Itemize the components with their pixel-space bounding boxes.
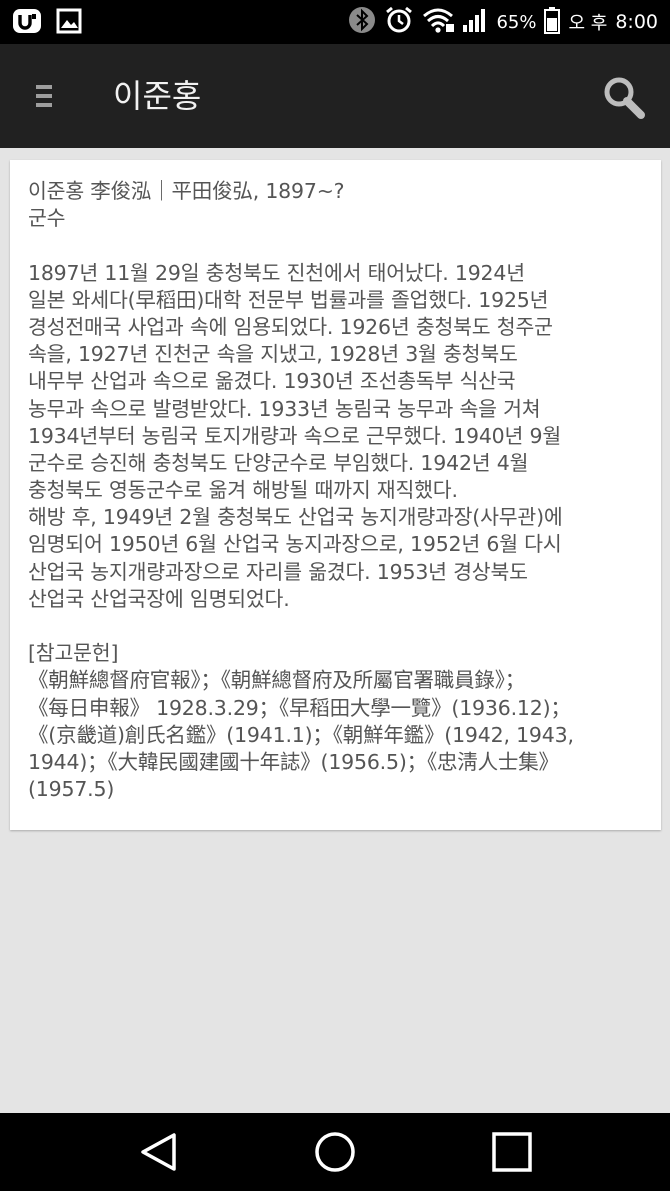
reference-line: (1957.5)	[28, 777, 115, 802]
body-line: 임명되어 1950년 6월 산업국 농지과장으로, 1952년 6월 다시	[28, 532, 562, 557]
bluetooth-icon	[348, 6, 376, 38]
gallery-icon	[56, 8, 82, 38]
reference-line: 1944)；《大韓民國建國十年誌》(1956.5)；《忠淸人士集》	[28, 749, 559, 774]
body-line: 내무부 산업과 속으로 옮겼다. 1930년 조선총독부 식산국	[28, 369, 516, 394]
home-circle-icon[interactable]	[313, 1130, 357, 1174]
signal-icon	[462, 7, 488, 37]
app-bar: 이준홍	[0, 44, 670, 148]
body-line: 군수로 승진해 충청북도 단양군수로 부임했다. 1942년 4월	[28, 450, 529, 475]
body-line: 농무과 속으로 발령받았다. 1933년 농림국 농무과 속을 거쳐	[28, 396, 541, 421]
wifi-icon	[422, 6, 455, 38]
body-line: 1897년 11월 29일 충청북도 진천에서 태어났다. 1924년	[28, 260, 525, 285]
references-title: [참고문헌]	[28, 641, 119, 666]
body-line: 산업국 농지개량과장으로 자리를 옮겼다. 1953년 경상북도	[28, 559, 528, 584]
reference-line: 《(京畿道)創氏名鑑》(1941.1)；《朝鮮年鑑》(1942, 1943,	[28, 722, 574, 747]
navigation-bar	[0, 1113, 670, 1191]
status-bar: 65% 오 후 8:00	[0, 0, 670, 44]
body-line: 충청북도 영동군수로 옮겨 해방될 때까지 재직했다.	[28, 478, 458, 503]
entry-occupation: 군수	[28, 206, 66, 231]
entry-text: 이준홍 李俊泓｜平田俊弘, 1897~? 군수 1897년 11월 29일 충청…	[28, 178, 646, 803]
battery-percent: 65%	[496, 11, 537, 33]
recents-square-icon[interactable]	[490, 1130, 534, 1174]
entry-card: 이준홍 李俊泓｜平田俊弘, 1897~? 군수 1897년 11월 29일 충청…	[10, 160, 661, 830]
page-title: 이준홍	[113, 77, 202, 115]
alarm-icon	[384, 5, 414, 39]
carrier-u-icon	[12, 8, 42, 38]
reference-line: 《朝鮮總督府官報》；《朝鮮總督府及所屬官署職員錄》；	[28, 668, 526, 693]
body-line: 해방 후, 1949년 2월 충청북도 산업국 농지개량과장(사무관)에	[28, 505, 563, 530]
reference-line: 《每日申報》 1928.3.29；《早稻田大學一覽》(1936.12)；	[28, 695, 571, 720]
search-icon[interactable]	[600, 74, 648, 122]
back-triangle-icon[interactable]	[137, 1130, 181, 1174]
body-line: 경성전매국 사업과 속에 임용되었다. 1926년 충청북도 청주군	[28, 314, 553, 339]
battery-icon	[544, 6, 561, 38]
ampm-label: 오 후	[568, 13, 608, 34]
entry-heading: 이준홍 李俊泓｜平田俊弘, 1897~?	[28, 179, 345, 203]
clock: 8:00	[615, 11, 658, 33]
body-line: 1934년부터 농림국 토지개량과 속으로 근무했다. 1940년 9월	[28, 423, 561, 448]
body-line: 산업국 산업국장에 임명되었다.	[28, 586, 290, 611]
body-line: 일본 와세다(早稻田)대학 전문부 법률과를 졸업했다. 1925년	[28, 287, 549, 312]
body-line: 속을, 1927년 진천군 속을 지냈고, 1928년 3월 충청북도	[28, 342, 518, 367]
hamburger-menu-icon[interactable]	[30, 80, 60, 112]
